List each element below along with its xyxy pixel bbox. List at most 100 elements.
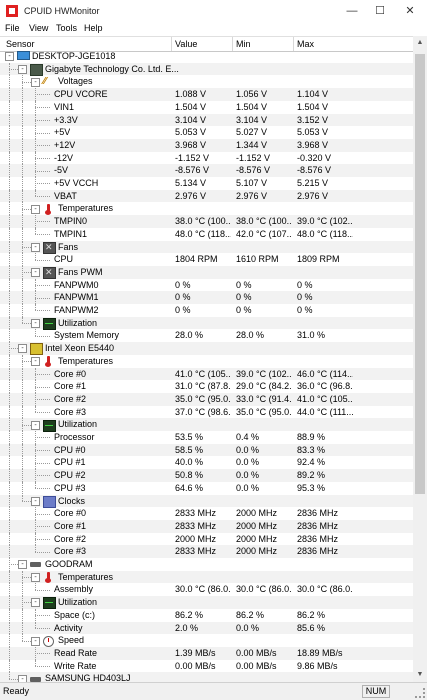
sensor-row[interactable]: CPU #0 58.5 % 0.0 % 83.3 % [0, 443, 413, 457]
sensor-row[interactable]: Core #0 2833 MHz 2000 MHz 2836 MHz [0, 507, 413, 520]
tree-node[interactable]: - Utilization [0, 596, 413, 610]
scroll-down-icon[interactable]: ▼ [413, 668, 427, 682]
sensor-row[interactable]: Write Rate 0.00 MB/s 0.00 MB/s 9.86 MB/s [0, 659, 413, 673]
tree-node[interactable]: - GOODRAM [0, 558, 413, 571]
sensor-row[interactable]: System Memory 28.0 % 28.0 % 31.0 % [0, 329, 413, 343]
sensor-row[interactable]: FANPWM2 0 % 0 % 0 % [0, 304, 413, 317]
tree-node[interactable]: - ⁄⁄ Voltages [0, 75, 413, 89]
column-divider[interactable] [232, 37, 233, 51]
sensor-row[interactable]: +3.3V 3.104 V 3.104 V 3.152 V [0, 113, 413, 127]
tree-node[interactable]: - Temperatures [0, 202, 413, 216]
tree-node[interactable]: - SAMSUNG HD403LJ [0, 672, 413, 682]
collapse-toggle-icon[interactable]: - [31, 496, 40, 506]
sensor-row[interactable]: Core #3 37.0 °C (98.6... 35.0 °C (95.0... 4… [0, 405, 413, 419]
sensor-row[interactable]: Space (c:) 86.2 % 86.2 % 86.2 % [0, 608, 413, 622]
vertical-scrollbar[interactable]: ▲ ▼ [413, 36, 427, 682]
collapse-toggle-icon[interactable]: - [18, 560, 27, 570]
sensor-row[interactable]: CPU #2 50.8 % 0.0 % 89.2 % [0, 469, 413, 482]
close-button[interactable]: ✕ [395, 0, 425, 22]
sensor-row[interactable]: Activity 2.0 % 0.0 % 85.6 % [0, 621, 413, 635]
maximize-button[interactable]: ☐ [365, 0, 395, 22]
collapse-toggle-icon[interactable]: - [31, 636, 40, 646]
sensor-row[interactable]: -12V -1.152 V -1.152 V -0.320 V [0, 151, 413, 165]
collapse-toggle-icon[interactable]: - [31, 573, 40, 583]
sensor-row[interactable]: Core #3 2833 MHz 2000 MHz 2836 MHz [0, 545, 413, 558]
collapse-toggle-icon[interactable]: - [31, 204, 40, 214]
sensor-row[interactable]: -5V -8.576 V -8.576 V -8.576 V [0, 164, 413, 177]
sensor-row[interactable]: VBAT 2.976 V 2.976 V 2.976 V [0, 189, 413, 203]
sensor-row[interactable]: Assembly 30.0 °C (86.0... 30.0 °C (86.0...… [0, 583, 413, 597]
sensor-row[interactable]: CPU VCORE 1.088 V 1.056 V 1.104 V [0, 88, 413, 101]
collapse-toggle-icon[interactable]: - [31, 268, 40, 278]
tree-node[interactable]: - Clocks [0, 494, 413, 508]
tree-connector [9, 646, 10, 660]
thermometer-icon [43, 356, 54, 368]
tree-node[interactable]: - Temperatures [0, 354, 413, 368]
collapse-toggle-icon[interactable]: - [31, 242, 40, 252]
sensor-row[interactable]: +5V 5.053 V 5.027 V 5.053 V [0, 126, 413, 139]
menu-help[interactable]: Help [84, 23, 103, 33]
menu-view[interactable]: View [29, 23, 48, 33]
collapse-toggle-icon[interactable]: - [31, 357, 40, 367]
collapse-toggle-icon[interactable]: - [31, 77, 40, 87]
tree-connector [35, 132, 50, 134]
column-divider[interactable] [171, 37, 172, 51]
sensor-row[interactable]: Read Rate 1.39 MB/s 0.00 MB/s 18.89 MB/s [0, 646, 413, 660]
tree-node[interactable]: - Gigabyte Technology Co. Ltd. E... [0, 62, 413, 77]
sensor-name: Fans PWM [58, 266, 103, 277]
column-divider[interactable] [293, 37, 294, 51]
scrollbar-thumb[interactable] [415, 54, 425, 494]
sensor-tree[interactable]: - DESKTOP-JGE1018- Gigabyte Technology Co.… [0, 50, 413, 682]
sensor-row[interactable]: CPU #3 64.6 % 0.0 % 95.3 % [0, 481, 413, 495]
collapse-toggle-icon[interactable]: - [18, 344, 27, 354]
sensor-max: 3.152 V [297, 114, 329, 125]
menu-tools[interactable]: Tools [56, 23, 77, 33]
sensor-row[interactable]: Core #2 35.0 °C (95.0... 33.0 °C (91.4... 4… [0, 392, 413, 406]
sensor-min: 0.0 % [236, 457, 260, 468]
collapse-toggle-icon[interactable]: - [31, 319, 40, 329]
sensor-row[interactable]: CPU 1804 RPM 1610 RPM 1809 RPM [0, 253, 413, 266]
collapse-toggle-icon[interactable]: - [31, 598, 40, 608]
collapse-toggle-icon[interactable]: - [31, 420, 40, 430]
sensor-row[interactable]: TMPIN1 48.0 °C (118.... 42.0 °C (107.... 48… [0, 227, 413, 241]
collapse-toggle-icon[interactable]: - [18, 65, 27, 75]
sensor-max: 46.0 °C (114.... [297, 368, 353, 379]
sensor-row[interactable]: +5V VCCH 5.134 V 5.107 V 5.215 V [0, 177, 413, 190]
column-value[interactable]: Value [175, 39, 197, 49]
menu-file[interactable]: File [5, 23, 20, 33]
tree-connector [9, 304, 10, 317]
tree-node[interactable]: - Fans PWM [0, 265, 413, 280]
sensor-row[interactable]: VIN1 1.504 V 1.504 V 1.504 V [0, 100, 413, 114]
minimize-button[interactable]: — [337, 0, 367, 22]
collapse-toggle-icon[interactable]: - [5, 52, 14, 62]
sensor-name: Temperatures [58, 203, 114, 214]
sensor-row[interactable]: TMPIN0 38.0 °C (100.... 38.0 °C (100.... 39… [0, 215, 413, 228]
collapse-toggle-icon[interactable]: - [18, 674, 27, 682]
tree-node[interactable]: - Utilization [0, 316, 413, 331]
sensor-row[interactable]: FANPWM1 0 % 0 % 0 % [0, 291, 413, 304]
sensor-row[interactable]: Core #2 2000 MHz 2000 MHz 2836 MHz [0, 532, 413, 546]
sensor-min: 29.0 °C (84.2... [236, 381, 292, 392]
column-max[interactable]: Max [297, 39, 314, 49]
tree-connector [9, 354, 10, 368]
tree-node[interactable]: - Fans [0, 240, 413, 254]
tree-node[interactable]: - Intel Xeon E5440 [0, 342, 413, 356]
tree-node[interactable]: - Temperatures [0, 570, 413, 584]
sensor-row[interactable]: CPU #1 40.0 % 0.0 % 92.4 % [0, 456, 413, 470]
tree-node[interactable]: - Speed [0, 634, 413, 647]
column-sensor[interactable]: Sensor [6, 39, 35, 49]
tree-node[interactable]: - DESKTOP-JGE1018 [0, 50, 413, 63]
sensor-row[interactable]: Core #0 41.0 °C (105.... 39.0 °C (102.... 4… [0, 367, 413, 381]
scroll-up-icon[interactable]: ▲ [413, 36, 427, 50]
sensor-row[interactable]: Core #1 31.0 °C (87.8... 29.0 °C (84.2... 3… [0, 380, 413, 393]
sensor-name: Read Rate [54, 647, 98, 658]
sensor-row[interactable]: Core #1 2833 MHz 2000 MHz 2836 MHz [0, 519, 413, 533]
sensor-row[interactable]: +12V 3.968 V 1.344 V 3.968 V [0, 138, 413, 152]
resize-grip-icon[interactable] [415, 688, 425, 698]
column-min[interactable]: Min [236, 39, 251, 49]
sensor-row[interactable]: Processor 53.5 % 0.4 % 88.9 % [0, 431, 413, 444]
tree-node[interactable]: - Utilization [0, 418, 413, 432]
thermometer-icon [43, 203, 54, 215]
sensor-row[interactable]: FANPWM0 0 % 0 % 0 % [0, 278, 413, 292]
sensor-min: 1.504 V [236, 101, 268, 112]
